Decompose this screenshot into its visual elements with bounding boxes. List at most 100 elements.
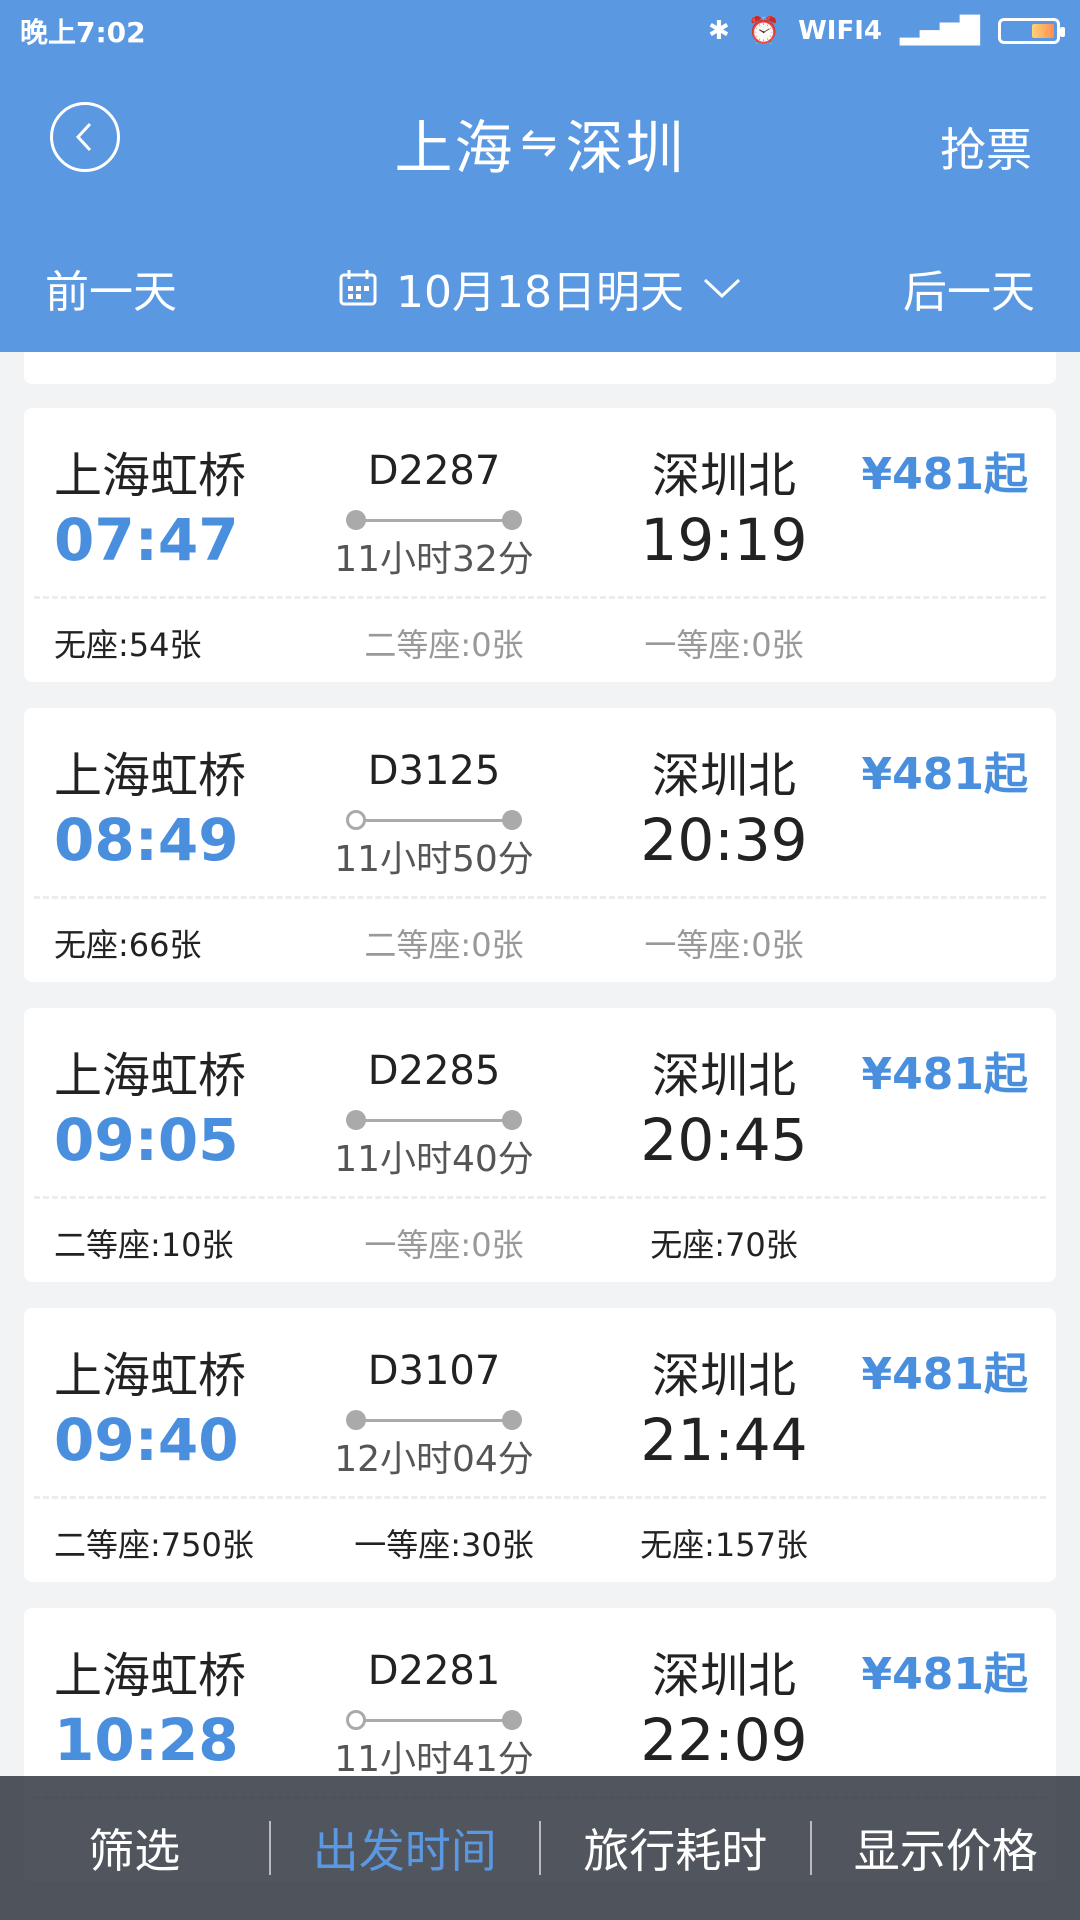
date-label: 10月18日明天: [396, 267, 684, 318]
grab-ticket-button[interactable]: 抢票: [940, 114, 1032, 180]
route-line: [346, 510, 522, 530]
destination-dot: [502, 1410, 522, 1430]
seat-availability: 二等座:0张: [364, 926, 524, 964]
train-list: 上海虹桥 07:47 D2287 11小时32分 深圳北 19:19 ¥481起…: [24, 352, 1056, 1908]
alarm-icon: ⏰: [747, 16, 781, 46]
arrival-time: 21:44: [640, 1406, 808, 1474]
status-icons: ✱ ⏰ WIFI4 ▂▄▆█: [707, 16, 1065, 46]
date-picker[interactable]: 10月18日明天: [338, 256, 742, 320]
train-card[interactable]: 上海虹桥 09:40 D3107 12小时04分 深圳北 21:44 ¥481起…: [24, 1308, 1056, 1582]
next-day-button[interactable]: 后一天: [903, 256, 1035, 320]
duration: 11小时32分: [334, 539, 534, 580]
train-number: D2287: [367, 448, 501, 494]
screen: 晚上7:02 ✱ ⏰ WIFI4 ▂▄▆█ 上海 ⇋ 深圳 抢票 前一天 10月…: [0, 0, 1080, 1920]
arrival-time: 20:39: [640, 806, 808, 874]
list-item-partial[interactable]: [24, 352, 1056, 384]
duration: 11小时41分: [334, 1739, 534, 1780]
arrival-time: 22:09: [640, 1706, 808, 1774]
seat-availability: 无座:66张: [54, 926, 202, 964]
to-station: 深圳北: [651, 1048, 796, 1104]
from-station: 上海虹桥: [54, 748, 247, 804]
seat-availability: 二等座:750张: [54, 1526, 254, 1564]
status-time: 晚上7:02: [20, 16, 146, 49]
route-line: [346, 810, 522, 830]
duration: 11小时50分: [334, 839, 534, 880]
bluetooth-icon: ✱: [707, 16, 730, 46]
calendar-icon: [339, 270, 377, 306]
arrival-time: 19:19: [640, 506, 808, 574]
bottom-tab[interactable]: 旅行耗时: [541, 1815, 810, 1881]
train-number: D3107: [367, 1348, 501, 1394]
seat-availability: 一等座:30张: [354, 1526, 534, 1564]
divider: [34, 596, 1046, 599]
departure-time: 08:49: [54, 806, 239, 874]
to-station: 深圳北: [651, 448, 796, 504]
battery-icon: [998, 18, 1065, 44]
origin-dot: [346, 1410, 366, 1430]
seat-availability: 无座:70张: [650, 1226, 798, 1264]
from-station: 上海虹桥: [54, 1348, 247, 1404]
price: ¥481起: [861, 749, 1028, 800]
wifi-icon: WIFI4: [798, 16, 883, 46]
price: ¥481起: [861, 449, 1028, 500]
destination-dot: [502, 510, 522, 530]
seat-availability: 一等座:0张: [644, 626, 804, 664]
route-line: [346, 1110, 522, 1130]
divider: [34, 896, 1046, 899]
status-bar: 晚上7:02 ✱ ⏰ WIFI4 ▂▄▆█: [0, 0, 1080, 62]
seat-availability: 无座:54张: [54, 626, 202, 664]
destination-dot: [502, 810, 522, 830]
header: 晚上7:02 ✱ ⏰ WIFI4 ▂▄▆█ 上海 ⇋ 深圳 抢票 前一天 10月…: [0, 0, 1080, 352]
origin-dot: [346, 1710, 366, 1730]
train-number: D3125: [367, 748, 501, 794]
bottom-tab[interactable]: 显示价格: [812, 1815, 1080, 1881]
train-number: D2281: [367, 1648, 501, 1694]
duration: 11小时40分: [334, 1139, 534, 1180]
origin-dot: [346, 810, 366, 830]
to-station: 深圳北: [651, 748, 796, 804]
arrival-time: 20:45: [640, 1106, 808, 1174]
title-to: 深圳: [565, 114, 686, 182]
back-button[interactable]: [50, 102, 120, 172]
bottom-bar: 筛选 出发时间 旅行耗时 显示价格: [0, 1776, 1080, 1920]
destination-dot: [502, 1110, 522, 1130]
train-card[interactable]: 上海虹桥 07:47 D2287 11小时32分 深圳北 19:19 ¥481起…: [24, 408, 1056, 682]
price: ¥481起: [861, 1049, 1028, 1100]
signal-icon: ▂▄▆█: [900, 16, 980, 46]
title-from: 上海: [394, 114, 515, 182]
to-station: 深圳北: [651, 1648, 796, 1704]
prev-day-button[interactable]: 前一天: [45, 256, 177, 320]
departure-time: 07:47: [54, 506, 239, 574]
bottom-tab[interactable]: 筛选: [0, 1815, 269, 1881]
from-station: 上海虹桥: [54, 448, 247, 504]
train-card[interactable]: 上海虹桥 08:49 D3125 11小时50分 深圳北 20:39 ¥481起…: [24, 708, 1056, 982]
divider: [34, 1496, 1046, 1499]
seat-availability: 无座:157张: [640, 1526, 808, 1564]
origin-dot: [346, 510, 366, 530]
origin-dot: [346, 1110, 366, 1130]
duration: 12小时04分: [334, 1439, 534, 1480]
departure-time: 09:05: [54, 1106, 239, 1174]
departure-time: 10:28: [54, 1706, 239, 1774]
departure-time: 09:40: [54, 1406, 239, 1474]
to-station: 深圳北: [651, 1348, 796, 1404]
seat-availability: 一等座:0张: [644, 926, 804, 964]
route-line: [346, 1710, 522, 1730]
divider: [34, 1196, 1046, 1199]
seat-availability: 一等座:0张: [364, 1226, 524, 1264]
swap-icon[interactable]: ⇋: [521, 121, 560, 165]
chevron-left-icon: [75, 122, 92, 152]
seat-availability: 二等座:10张: [54, 1226, 234, 1264]
from-station: 上海虹桥: [54, 1648, 247, 1704]
chevron-down-icon: [703, 278, 741, 299]
date-row: 前一天 10月18日明天 后一天: [0, 248, 1080, 328]
train-number: D2285: [367, 1048, 501, 1094]
train-card[interactable]: 上海虹桥 09:05 D2285 11小时40分 深圳北 20:45 ¥481起…: [24, 1008, 1056, 1282]
seat-availability: 二等座:0张: [364, 626, 524, 664]
bottom-tab[interactable]: 出发时间: [271, 1815, 540, 1881]
destination-dot: [502, 1710, 522, 1730]
page-title: 上海 ⇋ 深圳: [395, 101, 686, 185]
price: ¥481起: [861, 1349, 1028, 1400]
title-row: 上海 ⇋ 深圳 抢票: [0, 88, 1080, 198]
price: ¥481起: [861, 1649, 1028, 1700]
